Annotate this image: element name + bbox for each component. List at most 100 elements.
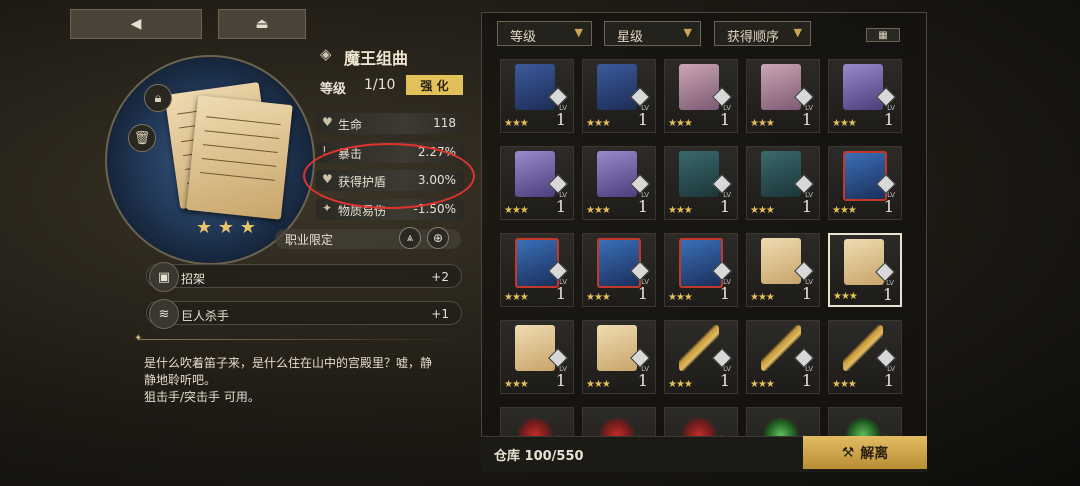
paper-art bbox=[515, 325, 555, 371]
chevron-down-icon: ▼ bbox=[793, 26, 802, 39]
eject-icon: ⏏ bbox=[255, 16, 269, 32]
class-restriction-label: 职业限定 bbox=[285, 233, 334, 247]
back-button[interactable]: ◀ bbox=[70, 9, 202, 39]
inventory-item-card-red[interactable]: LV 1 ★★★ bbox=[500, 233, 574, 307]
item-stars: ★★★ bbox=[668, 205, 693, 216]
inventory-item-paper[interactable]: LV 1 ★★★ bbox=[828, 233, 902, 307]
card-red-art bbox=[515, 238, 559, 288]
level-number: 1 bbox=[883, 197, 894, 216]
highlight-circle bbox=[303, 143, 475, 209]
card-red-art bbox=[597, 238, 641, 288]
level-number: 1 bbox=[719, 197, 730, 216]
item-stars: ★★★ bbox=[832, 118, 857, 129]
inventory-item-key[interactable]: LV 1 ★★★ bbox=[828, 320, 902, 394]
card-red-art bbox=[843, 151, 887, 201]
item-stars: ★★★ bbox=[586, 205, 611, 216]
sniper-class-icon: ⩓ bbox=[399, 227, 421, 249]
enhance-button[interactable]: 强 化 bbox=[406, 75, 463, 95]
inventory-item-card-purple[interactable]: LV 1 ★★★ bbox=[500, 146, 574, 220]
item-stars: ★★★ bbox=[504, 292, 529, 303]
card-pink-art bbox=[679, 64, 719, 110]
level-number: 1 bbox=[637, 197, 648, 216]
level-number: 1 bbox=[637, 371, 648, 390]
stat-hp: ♥ 生命 118 bbox=[316, 113, 464, 134]
paper-art bbox=[761, 238, 801, 284]
music-sheet-art-2 bbox=[186, 95, 293, 220]
paper-art bbox=[844, 239, 884, 285]
inventory-item-key[interactable]: LV 1 ★★★ bbox=[746, 320, 820, 394]
grid-icon: ▦ bbox=[878, 29, 888, 41]
inventory-item-card-blue[interactable]: LV 1 ★★★ bbox=[582, 59, 656, 133]
level-number: 1 bbox=[883, 110, 894, 129]
key-art bbox=[761, 325, 801, 371]
key-art bbox=[679, 325, 719, 371]
item-name: 魔王组曲 bbox=[344, 49, 409, 68]
inventory-item-card-purple[interactable]: LV 1 ★★★ bbox=[582, 146, 656, 220]
card-blue-art bbox=[597, 64, 637, 110]
assault-class-icon: ⊕ bbox=[427, 227, 449, 249]
inventory-item-gem-red[interactable]: LV1★★★ bbox=[664, 407, 738, 436]
filter-stars-dropdown[interactable]: 星级 ▼ bbox=[604, 21, 701, 46]
inventory-item-paper[interactable]: LV 1 ★★★ bbox=[500, 320, 574, 394]
chevron-down-icon: ▼ bbox=[574, 26, 583, 39]
chevron-down-icon: ▼ bbox=[683, 26, 692, 39]
dismantle-button[interactable]: ⚒ 解离 bbox=[803, 436, 927, 469]
item-stars: ★★★ bbox=[750, 205, 775, 216]
lock-icon: 🔒︎ bbox=[154, 90, 162, 106]
gem-red-art bbox=[597, 412, 637, 436]
gem-red-art bbox=[515, 412, 555, 436]
lock-button[interactable]: 🔒︎ bbox=[144, 84, 172, 112]
item-stars: ★★★ bbox=[668, 292, 693, 303]
inventory-item-gem-green[interactable]: LV1★★★ bbox=[828, 407, 902, 436]
inventory-item-paper[interactable]: LV 1 ★★★ bbox=[746, 233, 820, 307]
dismantle-label: 解离 bbox=[860, 445, 889, 462]
card-pink-art bbox=[761, 64, 801, 110]
broken-icon: ✦ bbox=[322, 201, 333, 215]
filter-order-dropdown[interactable]: 获得顺序 ▼ bbox=[714, 21, 811, 46]
item-stars: ★★★ bbox=[668, 379, 693, 390]
inventory-item-card-green[interactable]: LV 1 ★★★ bbox=[746, 146, 820, 220]
inventory-item-gem-green[interactable]: LV1★★★ bbox=[746, 407, 820, 436]
inventory-item-card-green[interactable]: LV 1 ★★★ bbox=[664, 146, 738, 220]
grid-view-toggle[interactable]: ▦ bbox=[866, 28, 900, 42]
inventory-item-gem-red[interactable]: LV1★★★ bbox=[582, 407, 656, 436]
inventory-item-card-red[interactable]: LV 1 ★★★ bbox=[664, 233, 738, 307]
heart-icon: ♥ bbox=[322, 115, 333, 129]
inventory-item-key[interactable]: LV 1 ★★★ bbox=[664, 320, 738, 394]
level-number: 1 bbox=[883, 371, 894, 390]
storage-count: 仓库 100/550 bbox=[494, 449, 584, 464]
level-number: 1 bbox=[555, 284, 566, 303]
giant-slayer-icon: ≋ bbox=[149, 299, 179, 329]
item-stars: ★★★ bbox=[504, 379, 529, 390]
level-number: 1 bbox=[637, 110, 648, 129]
item-stars: ★★★ bbox=[504, 118, 529, 129]
inventory-item-card-purple[interactable]: LV 1 ★★★ bbox=[828, 59, 902, 133]
inventory-item-card-pink[interactable]: LV 1 ★★★ bbox=[664, 59, 738, 133]
card-blue-art bbox=[515, 64, 555, 110]
gem-green-art bbox=[761, 412, 801, 436]
skill-parry[interactable]: ▣ 招架 +2 bbox=[146, 262, 462, 292]
inventory-item-card-red[interactable]: LV 1 ★★★ bbox=[582, 233, 656, 307]
filter-level-dropdown[interactable]: 等级 ▼ bbox=[497, 21, 592, 46]
level-number: 1 bbox=[719, 110, 730, 129]
eject-button[interactable]: ⏏ bbox=[218, 9, 306, 39]
inventory-item-paper[interactable]: LV 1 ★★★ bbox=[582, 320, 656, 394]
level-number: 1 bbox=[801, 197, 812, 216]
inventory-item-card-blue[interactable]: LV 1 ★★★ bbox=[500, 59, 574, 133]
delete-button[interactable]: 🗑︎ bbox=[128, 124, 156, 152]
level-number: 1 bbox=[555, 371, 566, 390]
inventory-item-card-red[interactable]: LV 1 ★★★ bbox=[828, 146, 902, 220]
item-stars: ★★★ bbox=[586, 379, 611, 390]
inventory-item-card-pink[interactable]: LV 1 ★★★ bbox=[746, 59, 820, 133]
inventory-item-gem-red[interactable]: LV1★★★ bbox=[500, 407, 574, 436]
divider-star-icon: ✦ bbox=[134, 333, 143, 344]
card-red-art bbox=[679, 238, 723, 288]
level-number: 1 bbox=[637, 284, 648, 303]
item-stars: ★★★ bbox=[586, 292, 611, 303]
gem-red-art bbox=[679, 412, 719, 436]
item-stars: ★★★ bbox=[832, 379, 857, 390]
skill-giant-slayer[interactable]: ≋ 巨人杀手 +1 bbox=[146, 299, 462, 329]
trash-icon: 🗑︎ bbox=[133, 130, 151, 146]
level-number: 1 bbox=[719, 284, 730, 303]
item-description: 是什么吹着笛子来，是什么住在山中的宫殿里？嘘，静 静地聆听吧。 狙击手/突击手 … bbox=[144, 356, 433, 404]
